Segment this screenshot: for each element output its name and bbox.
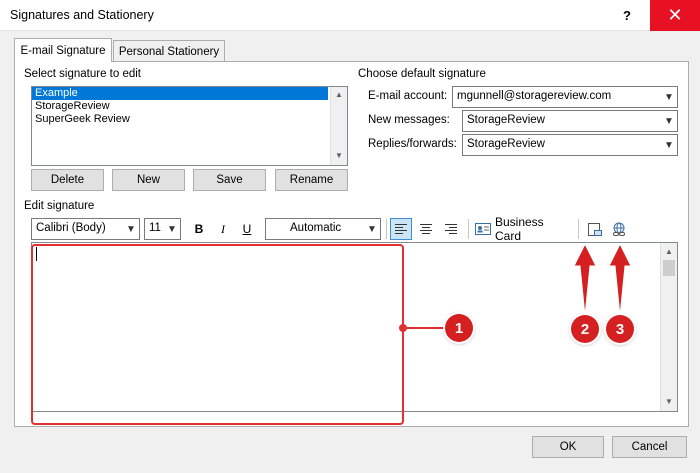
font-value: Calibri (Body) [36, 222, 106, 234]
tab-email-signature-label: E-mail Signature [20, 44, 106, 57]
chevron-down-icon[interactable]: ▼ [660, 87, 677, 107]
business-card-icon [475, 223, 491, 235]
align-center-icon [420, 224, 432, 234]
title-bar: Signatures and Stationery ? ✕ [0, 0, 700, 31]
scroll-up-icon[interactable]: ▲ [665, 247, 673, 256]
annotation-arrow-3 [608, 242, 632, 317]
annotation-arrows [573, 242, 632, 317]
rename-button-label: Rename [289, 174, 334, 186]
insert-hyperlink-button[interactable] [608, 218, 630, 240]
chevron-down-icon[interactable]: ▼ [163, 219, 180, 239]
list-item[interactable]: Example [32, 87, 328, 100]
select-signature-label: Select signature to edit [24, 68, 141, 80]
underline-button[interactable]: U [236, 218, 258, 240]
email-account-value: mgunnell@storagereview.com [457, 90, 612, 102]
business-card-button[interactable]: Business Card [475, 215, 573, 243]
replies-forwards-label: Replies/forwards: [368, 138, 457, 150]
new-messages-label: New messages: [368, 114, 450, 126]
rename-button[interactable]: Rename [275, 169, 348, 191]
signature-list-scrollbar[interactable]: ▲ ▼ [330, 87, 347, 165]
cancel-button[interactable]: Cancel [612, 436, 687, 458]
edit-signature-label: Edit signature [24, 200, 95, 212]
toolbar-divider [578, 219, 579, 239]
font-size-select[interactable]: 11 ▼ [144, 218, 181, 240]
tab-personal-stationery[interactable]: Personal Stationery [113, 40, 225, 62]
annotation-badge-2: 2 [571, 315, 599, 343]
editor-scrollbar[interactable]: ▲ ▼ [660, 243, 677, 411]
tab-personal-stationery-label: Personal Stationery [118, 45, 220, 58]
chevron-down-icon[interactable]: ▼ [660, 135, 677, 155]
annotation-arrow-2 [573, 242, 597, 317]
business-card-label: Business Card [494, 215, 544, 243]
chevron-down-icon[interactable]: ▼ [660, 111, 677, 131]
align-right-icon [445, 224, 457, 234]
insert-picture-button[interactable] [584, 218, 606, 240]
cancel-button-label: Cancel [631, 441, 668, 453]
new-button-label: New [136, 174, 160, 186]
bold-button[interactable]: B [188, 218, 210, 240]
italic-button[interactable]: I [212, 218, 234, 240]
save-button-label: Save [216, 174, 243, 186]
window-title: Signatures and Stationery [10, 8, 154, 22]
new-messages-select[interactable]: StorageReview ▼ [462, 110, 678, 132]
email-account-select[interactable]: mgunnell@storagereview.com ▼ [452, 86, 678, 108]
signature-listbox[interactable]: Example StorageReview SuperGeek Review ▲… [31, 86, 348, 166]
annotation-badge-1: 1 [445, 314, 473, 342]
align-center-button[interactable] [415, 218, 437, 240]
tab-email-signature[interactable]: E-mail Signature [14, 38, 112, 62]
align-right-button[interactable] [440, 218, 462, 240]
font-color-value: Automatic [290, 222, 342, 234]
annotation-highlight-box [31, 244, 404, 425]
new-messages-value: StorageReview [467, 114, 545, 126]
email-account-label: E-mail account: [368, 90, 448, 102]
align-left-icon [395, 224, 407, 234]
delete-button[interactable]: Delete [31, 169, 104, 191]
annotation-badge-3: 3 [606, 315, 634, 343]
delete-button-label: Delete [50, 174, 85, 186]
close-button[interactable]: ✕ [650, 0, 700, 31]
new-button[interactable]: New [112, 169, 185, 191]
insert-picture-icon [588, 222, 602, 236]
save-button[interactable]: Save [193, 169, 266, 191]
scroll-thumb[interactable] [663, 260, 675, 276]
help-button[interactable]: ? [604, 0, 650, 31]
replies-forwards-select[interactable]: StorageReview ▼ [462, 134, 678, 156]
scroll-down-icon[interactable]: ▼ [665, 397, 673, 406]
chevron-down-icon[interactable]: ▼ [363, 219, 380, 239]
toolbar-divider [386, 219, 387, 239]
align-left-button[interactable] [390, 218, 412, 240]
list-item[interactable]: SuperGeek Review [32, 113, 347, 126]
replies-forwards-value: StorageReview [467, 138, 545, 150]
list-item[interactable]: StorageReview [32, 100, 347, 113]
font-color-select[interactable]: Automatic ▼ [265, 218, 381, 240]
default-signature-label: Choose default signature [358, 68, 486, 80]
scroll-up-icon[interactable]: ▲ [335, 90, 343, 99]
ok-button-label: OK [559, 441, 577, 453]
font-select[interactable]: Calibri (Body) ▼ [31, 218, 140, 240]
font-size-value: 11 [149, 222, 161, 234]
hyperlink-icon [613, 222, 625, 236]
chevron-down-icon[interactable]: ▼ [122, 219, 139, 239]
scroll-down-icon[interactable]: ▼ [335, 151, 343, 160]
ok-button[interactable]: OK [532, 436, 604, 458]
toolbar-divider [468, 219, 469, 239]
